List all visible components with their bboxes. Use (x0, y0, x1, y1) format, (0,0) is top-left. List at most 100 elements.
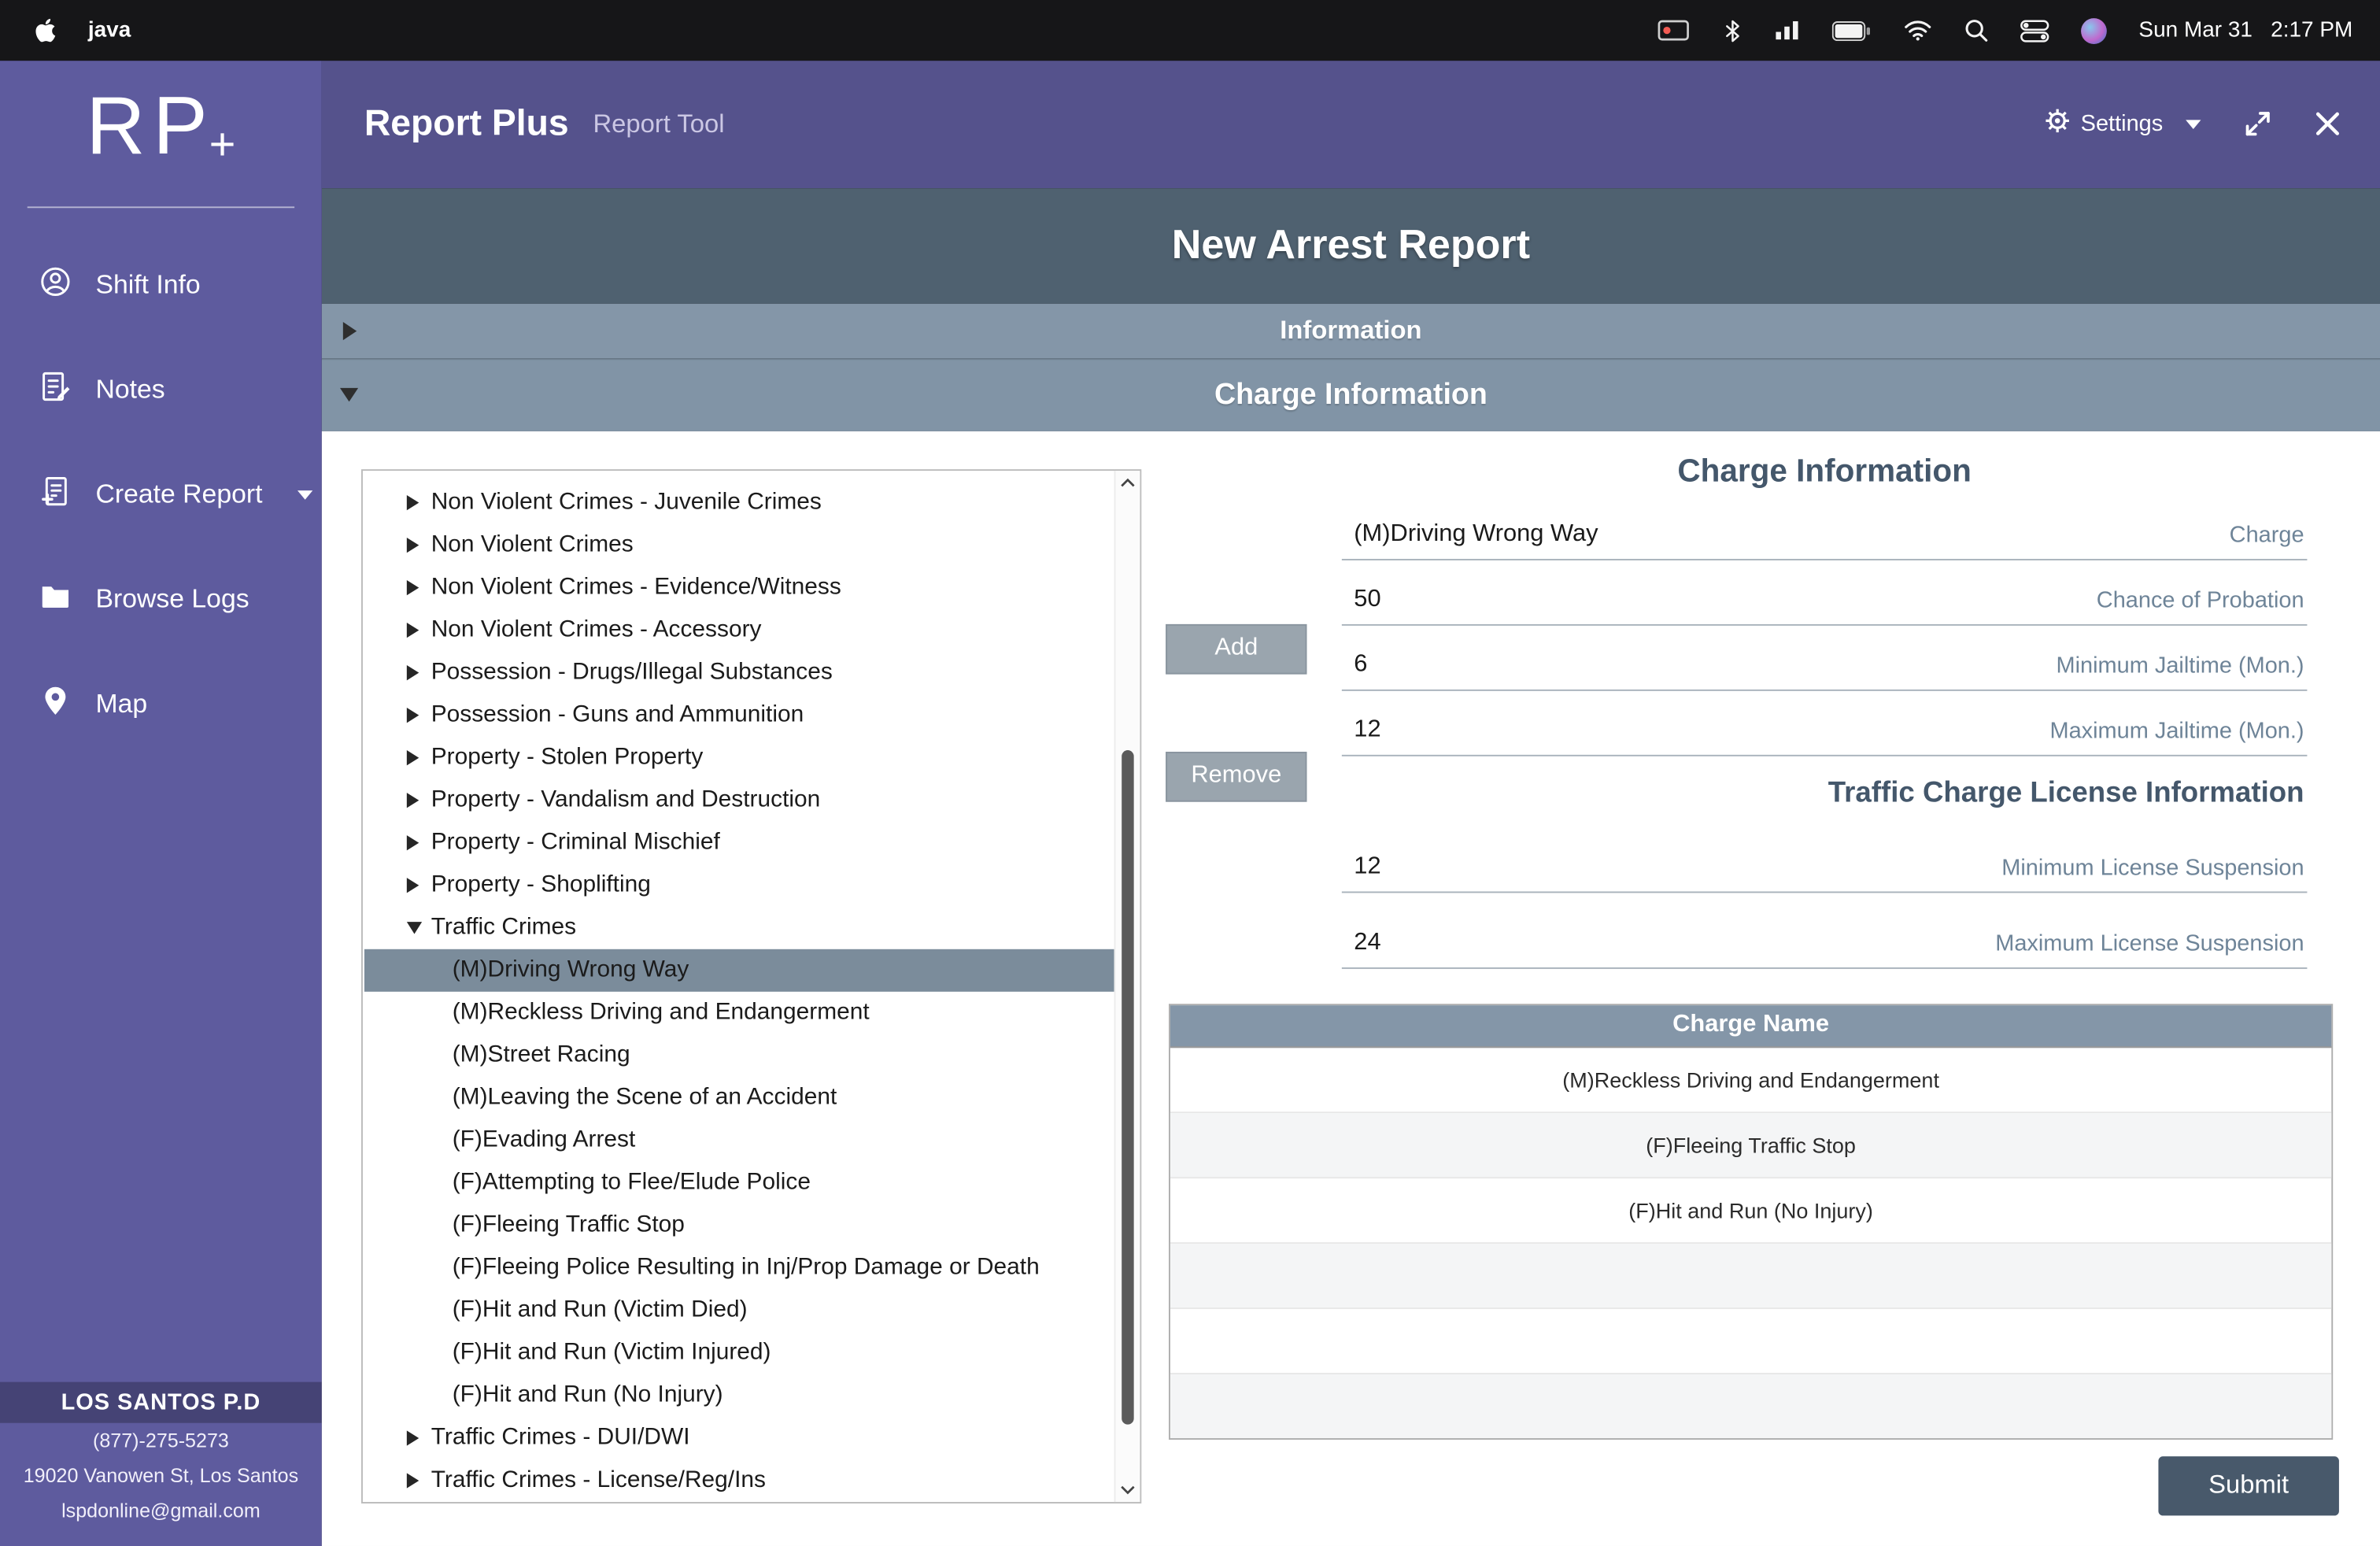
expand-arrow-icon[interactable] (407, 665, 419, 680)
tree-item[interactable]: (F)Fleeing Traffic Stop (364, 1204, 1114, 1246)
siri-icon[interactable] (2081, 17, 2107, 43)
tree-item[interactable]: Traffic Crimes - DUI/DWI (364, 1417, 1114, 1459)
spotlight-search-icon[interactable] (1964, 18, 1989, 43)
tree-item[interactable]: Non Violent Crimes (364, 523, 1114, 566)
submit-button[interactable]: Submit (2158, 1456, 2339, 1515)
expand-arrow-icon[interactable] (407, 793, 419, 808)
close-icon[interactable] (2315, 112, 2341, 138)
tree-item[interactable]: Possession - Drugs/Illegal Substances (364, 651, 1114, 693)
tree-item[interactable]: (M)Leaving the Scene of an Accident (364, 1076, 1114, 1119)
sidebar-item-label: Notes (95, 374, 164, 406)
tree-item-selected[interactable]: (M)Driving Wrong Way (364, 949, 1114, 991)
sidebar-item-notes[interactable]: Notes (0, 337, 322, 442)
wifi-icon[interactable] (1903, 20, 1932, 41)
battery-icon[interactable] (1832, 20, 1872, 40)
sidebar-item-label: Create Report (95, 479, 262, 511)
tree-item[interactable]: (M)Reckless Driving and Endangerment (364, 991, 1114, 1034)
tree-item[interactable]: Traffic Crimes - License/Reg/Ins (364, 1459, 1114, 1500)
collapse-arrow-icon[interactable] (407, 922, 422, 934)
sidebar-item-map[interactable]: Map (0, 652, 322, 756)
sidebar-item-label: Shift Info (95, 268, 200, 301)
section-charge-information[interactable]: Charge Information (322, 358, 2380, 431)
tree-item-label: Possession - Drugs/Illegal Substances (431, 659, 833, 686)
tree-item-label: (F)Attempting to Flee/Elude Police (453, 1169, 811, 1196)
min-jailtime-value[interactable]: 6 (1354, 651, 1367, 679)
sidebar-item-browse-logs[interactable]: Browse Logs (0, 547, 322, 652)
min-jailtime-label: Minimum Jailtime (Mon.) (2057, 653, 2304, 679)
logo-plus: + (209, 120, 236, 170)
max-license-value[interactable]: 24 (1354, 929, 1380, 956)
tree-item-label: (F)Fleeing Police Resulting in Inj/Prop … (453, 1254, 1040, 1282)
stats-icon[interactable] (1775, 20, 1801, 41)
probation-value[interactable]: 50 (1354, 586, 1380, 613)
tree-item[interactable]: Property - Vandalism and Destruction (364, 779, 1114, 821)
expand-arrow-icon[interactable] (407, 1473, 419, 1488)
bluetooth-icon[interactable] (1723, 17, 1743, 43)
tree-item[interactable]: Possession - Guns and Ammunition (364, 693, 1114, 736)
table-row[interactable]: (F)Hit and Run (No Injury) (1170, 1178, 2331, 1244)
tree-item[interactable]: Non Violent Crimes - Accessory (364, 608, 1114, 651)
menubar-clock[interactable]: Sun Mar 31 2:17 PM (2138, 18, 2352, 43)
table-row[interactable] (1170, 1309, 2331, 1374)
table-row[interactable]: (F)Fleeing Traffic Stop (1170, 1113, 2331, 1178)
max-jailtime-value[interactable]: 12 (1354, 716, 1380, 744)
expand-arrow-icon[interactable] (407, 494, 419, 509)
sidebar-item-shift-info[interactable]: Shift Info (0, 232, 322, 337)
table-row[interactable] (1170, 1374, 2331, 1438)
scroll-down-icon[interactable] (1115, 1483, 1140, 1495)
expand-arrow-icon[interactable] (407, 538, 419, 553)
expand-arrow-icon[interactable] (407, 708, 419, 723)
charge-field: (M)Driving Wrong Way Charge (1342, 494, 2308, 560)
active-app-name[interactable]: java (88, 18, 131, 43)
tree-item-label: Non Violent Crimes - Accessory (431, 616, 762, 644)
add-button[interactable]: Add (1166, 623, 1306, 674)
tree-item[interactable]: (F)Attempting to Flee/Elude Police (364, 1161, 1114, 1204)
expander-expanded-icon[interactable] (340, 388, 358, 401)
scrollbar-thumb[interactable] (1122, 750, 1133, 1425)
apple-menu-icon[interactable] (33, 18, 57, 43)
tree-item-label: Property - Shoplifting (431, 871, 651, 899)
tree-item[interactable]: Non Violent Crimes - Evidence/Witness (364, 566, 1114, 608)
tree-item[interactable]: (F)Hit and Run (Victim Died) (364, 1289, 1114, 1331)
license-info-heading: Traffic Charge License Information (1342, 777, 2308, 816)
folder-icon (38, 578, 72, 620)
expand-arrow-icon[interactable] (407, 580, 419, 595)
logo-text: RP (86, 80, 215, 172)
tree-item[interactable]: Property - Stolen Property (364, 736, 1114, 779)
tree-item-label: Non Violent Crimes (431, 531, 634, 559)
expand-arrow-icon[interactable] (407, 1430, 419, 1445)
section-information[interactable]: Information (322, 304, 2380, 358)
tree-item[interactable]: (F)Evading Arrest (364, 1119, 1114, 1161)
charge-value[interactable]: (M)Driving Wrong Way (1354, 520, 1598, 548)
sidebar-divider (28, 206, 294, 208)
sidebar-nav: Shift Info Notes Create Report (0, 232, 322, 756)
expand-arrow-icon[interactable] (407, 623, 419, 638)
scroll-up-icon[interactable] (1115, 476, 1140, 488)
tree-item[interactable]: (F)Hit and Run (No Injury) (364, 1374, 1114, 1417)
expand-arrow-icon[interactable] (407, 878, 419, 893)
tree-item[interactable]: Property - Criminal Mischief (364, 821, 1114, 864)
expand-arrow-icon[interactable] (407, 835, 419, 850)
tree-scrollbar[interactable] (1114, 471, 1140, 1502)
table-row[interactable]: (M)Reckless Driving and Endangerment (1170, 1048, 2331, 1113)
report-plus-icon (38, 473, 72, 516)
tree-item[interactable]: (M)Street Racing (364, 1034, 1114, 1076)
tree-item-expanded[interactable]: Traffic Crimes (364, 906, 1114, 949)
expand-arrow-icon[interactable] (407, 750, 419, 765)
remove-button[interactable]: Remove (1166, 752, 1306, 802)
tree-item[interactable]: Non Violent Crimes - Juvenile Crimes (364, 481, 1114, 523)
tree-item[interactable]: (F)Hit and Run (Victim Injured) (364, 1332, 1114, 1374)
sidebar-item-create-report[interactable]: Create Report (0, 442, 322, 546)
max-jailtime-label: Maximum Jailtime (Mon.) (2049, 718, 2304, 744)
settings-menu[interactable]: Settings (2044, 109, 2201, 141)
probation-field: 50 Chance of Probation (1342, 560, 2308, 625)
min-license-value[interactable]: 12 (1354, 853, 1380, 881)
display-record-icon[interactable] (1658, 19, 1691, 42)
expander-collapsed-icon[interactable] (343, 322, 357, 340)
app-header: Report Plus Report Tool Settings (322, 61, 2380, 188)
tree-item[interactable]: (F)Fleeing Police Resulting in Inj/Prop … (364, 1246, 1114, 1289)
maximize-button[interactable] (2243, 110, 2272, 139)
control-center-icon[interactable] (2020, 19, 2049, 42)
table-row[interactable] (1170, 1244, 2331, 1309)
tree-item[interactable]: Property - Shoplifting (364, 864, 1114, 906)
